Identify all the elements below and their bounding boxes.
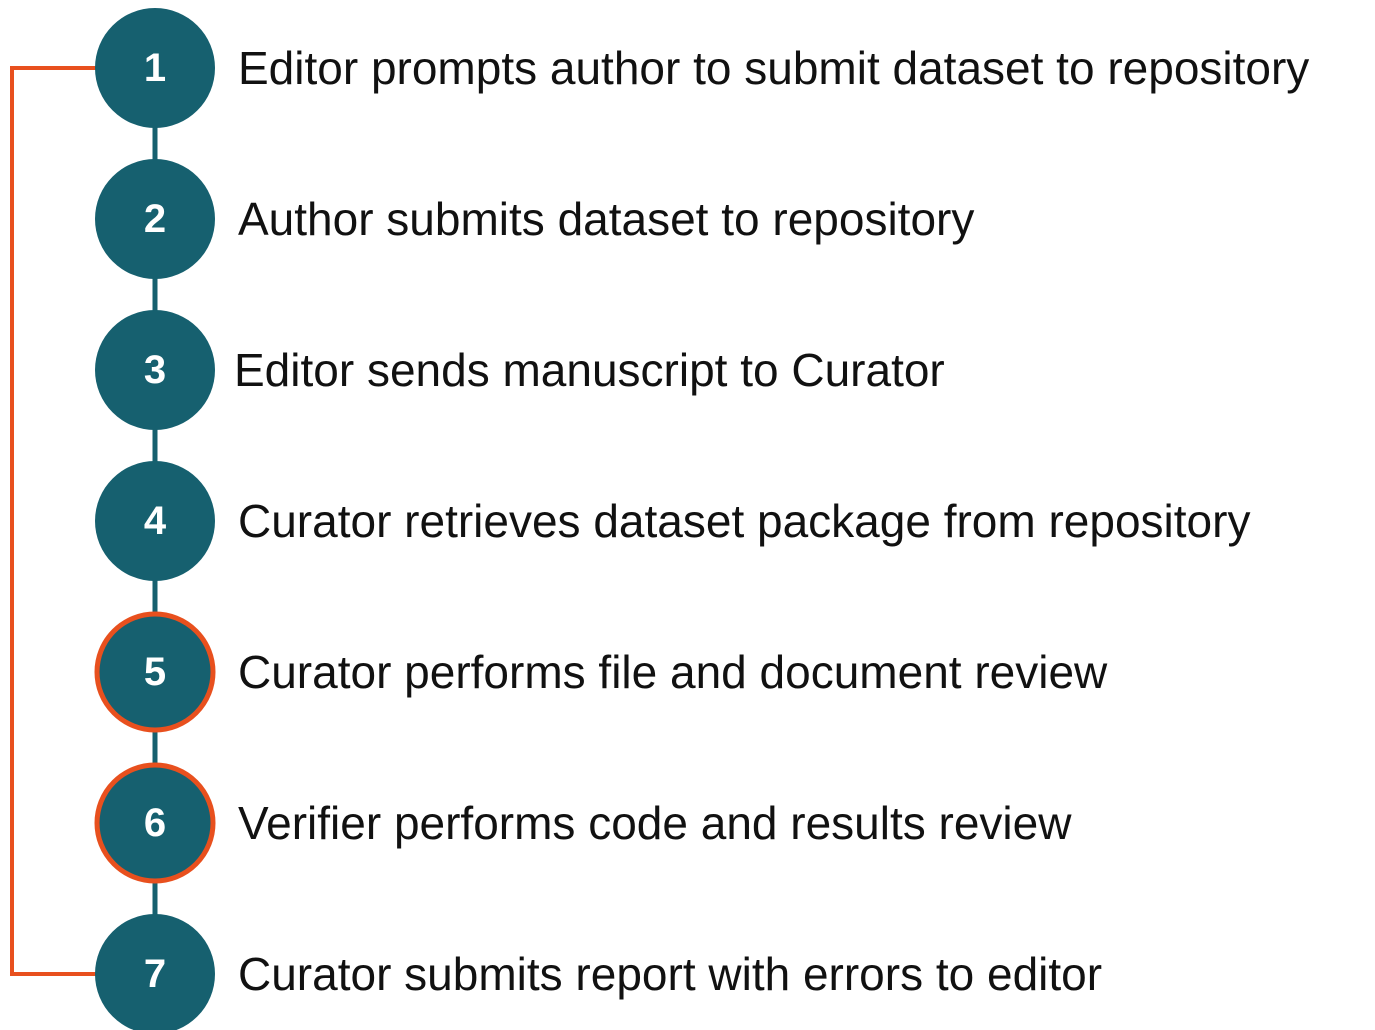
step-label: Author submits dataset to repository bbox=[238, 193, 974, 245]
step-label: Curator retrieves dataset package from r… bbox=[238, 495, 1250, 547]
step-nodes: 1 Editor prompts author to submit dataset… bbox=[94, 8, 1309, 1030]
step-number: 6 bbox=[144, 801, 166, 845]
step-label: Curator performs file and document revie… bbox=[238, 646, 1108, 698]
step-label: Editor prompts author to submit dataset … bbox=[238, 42, 1309, 94]
feedback-loop-line bbox=[10, 66, 97, 976]
workflow-diagram: 1 Editor prompts author to submit dataset… bbox=[10, 8, 1309, 1030]
step-7: 7 Curator submits report with errors to e… bbox=[95, 914, 1102, 1030]
step-number: 5 bbox=[144, 650, 166, 694]
step-number: 2 bbox=[144, 197, 166, 241]
step-label: Editor sends manuscript to Curator bbox=[234, 344, 945, 396]
step-1: 1 Editor prompts author to submit dataset… bbox=[95, 8, 1309, 128]
step-number: 3 bbox=[144, 348, 166, 392]
step-4: 4 Curator retrieves dataset package from … bbox=[95, 461, 1250, 581]
step-number: 4 bbox=[144, 499, 167, 543]
step-5: 5 Curator performs file and document revi… bbox=[94, 611, 1108, 733]
step-number: 7 bbox=[144, 952, 166, 996]
step-number: 1 bbox=[144, 46, 166, 90]
step-3: 3 Editor sends manuscript to Curator bbox=[95, 310, 945, 430]
step-label: Curator submits report with errors to ed… bbox=[238, 948, 1102, 1000]
step-2: 2 Author submits dataset to repository bbox=[95, 159, 974, 279]
step-6: 6 Verifier performs code and results revi… bbox=[94, 762, 1072, 884]
step-label: Verifier performs code and results revie… bbox=[238, 797, 1072, 849]
